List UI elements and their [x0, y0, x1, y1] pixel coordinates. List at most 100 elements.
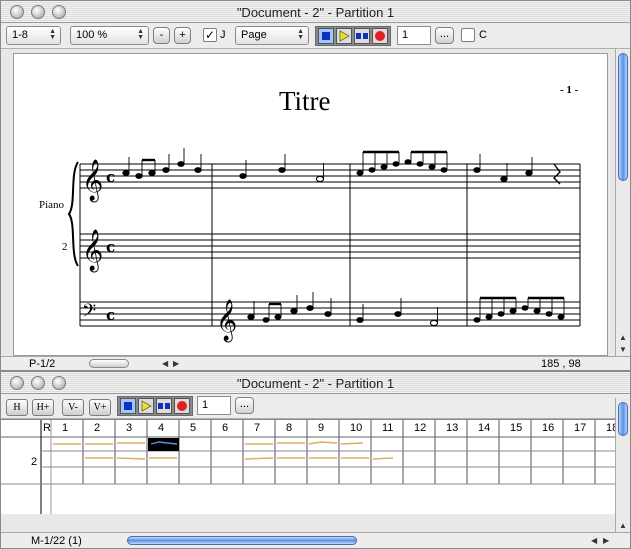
scroll-right-arrow-icon[interactable]: ▶: [173, 359, 179, 368]
h-button[interactable]: H: [6, 399, 28, 416]
measure-number[interactable]: 3: [126, 422, 132, 434]
step-icon: [158, 403, 170, 409]
transport-controls: [315, 26, 391, 46]
treble-clef-icon: 𝄞: [82, 159, 103, 202]
rest-icon: [553, 163, 561, 185]
measure-number[interactable]: 8: [286, 422, 292, 434]
range-select[interactable]: 1-8 ▲ ▼: [6, 26, 61, 45]
measure-number[interactable]: 2: [94, 422, 100, 434]
zoom-value: 100 %: [76, 29, 108, 41]
measure-number[interactable]: 6: [222, 422, 228, 434]
staff1-notes: [122, 148, 561, 185]
play-button[interactable]: [336, 28, 352, 44]
scroll-left-arrow-icon[interactable]: ◀: [162, 359, 168, 368]
scroll-down-arrow-icon[interactable]: ▼: [619, 345, 627, 354]
score-toolbar: 1-8 ▲ ▼ 100 % ▲ ▼ - + ✓ J Page ▲ ▼ 1 ...…: [1, 23, 630, 49]
scroll-thumb[interactable]: [618, 402, 628, 436]
step-icon: [356, 33, 368, 39]
grid-lines: [1, 420, 615, 514]
measure-number[interactable]: 4: [158, 422, 164, 434]
zoom-out-button[interactable]: -: [153, 27, 170, 44]
range-value: 1-8: [12, 29, 28, 41]
overview-toolbar: H H+ V- V+ 1 ...: [1, 394, 630, 419]
overview-vertical-scrollbar[interactable]: ▲ ▼: [615, 398, 630, 544]
measure-number[interactable]: 10: [350, 422, 362, 434]
treble-clef-icon: 𝄞: [216, 299, 237, 342]
scroll-up-arrow-icon[interactable]: ▲: [619, 333, 627, 342]
record-button[interactable]: [372, 28, 388, 44]
measure-number[interactable]: 9: [318, 422, 324, 434]
svg-text:c: c: [106, 306, 115, 324]
scroll-right-arrow-icon[interactable]: ▶: [603, 536, 609, 545]
v-minus-button[interactable]: V-: [62, 399, 84, 416]
more-button[interactable]: ...: [235, 397, 254, 414]
v-plus-button[interactable]: V+: [89, 399, 111, 416]
play-icon: [141, 400, 152, 412]
score-window-titlebar[interactable]: "Document - 2" - Partition 1: [1, 1, 630, 23]
c-checkbox-label: C: [479, 29, 487, 41]
measure-number[interactable]: 14: [478, 422, 490, 434]
overview-window-titlebar[interactable]: "Document - 2" - Partition 1: [1, 372, 630, 394]
horizontal-scroll-thumb[interactable]: [89, 359, 129, 368]
measure-number[interactable]: 16: [542, 422, 554, 434]
transport-controls: [117, 396, 193, 416]
staff-lines: [80, 163, 580, 327]
measure-number[interactable]: 7: [254, 422, 260, 434]
scroll-left-arrow-icon[interactable]: ◀: [591, 536, 597, 545]
measure-indicator: M-1/22 (1): [31, 535, 82, 547]
brace: [67, 161, 79, 267]
step-button[interactable]: [156, 398, 172, 414]
score-window: "Document - 2" - Partition 1 1-8 ▲ ▼ 100 …: [0, 0, 631, 371]
measure-number[interactable]: 5: [190, 422, 196, 434]
scroll-up-arrow-icon[interactable]: ▲: [619, 521, 627, 530]
more-button[interactable]: ...: [435, 27, 454, 44]
overview-statusbar: M-1/22 (1) ◀ ▶: [1, 532, 630, 548]
staff3-notes: [247, 292, 565, 327]
measure-number[interactable]: 13: [446, 422, 458, 434]
measure-number[interactable]: 18: [606, 422, 615, 434]
measure-number[interactable]: 1: [62, 422, 68, 434]
stop-icon: [124, 402, 132, 410]
measure-number[interactable]: 17: [574, 422, 586, 434]
horizontal-scroll-thumb[interactable]: [127, 536, 357, 545]
j-checkbox-label: J: [220, 29, 226, 41]
page-indicator: P-1/2: [29, 358, 56, 370]
measure-number[interactable]: 11: [382, 422, 393, 434]
record-button[interactable]: [174, 398, 190, 414]
step-button[interactable]: [354, 28, 370, 44]
popup-arrows-icon: ▲ ▼: [137, 28, 144, 41]
position-input[interactable]: 1: [197, 396, 231, 415]
row-header: R: [43, 422, 51, 434]
measure-grid[interactable]: R 123456789101112131415161718 2: [1, 419, 615, 514]
stop-button[interactable]: [120, 398, 136, 414]
overview-window: "Document - 2" - Partition 1 H H+ V- V+ …: [0, 371, 631, 549]
stop-button[interactable]: [318, 28, 334, 44]
svg-text:c: c: [106, 168, 115, 186]
popup-arrows-icon: ▲ ▼: [297, 28, 304, 41]
c-checkbox[interactable]: [461, 28, 475, 42]
scroll-thumb[interactable]: [618, 53, 628, 181]
zoom-select[interactable]: 100 % ▲ ▼: [70, 26, 149, 45]
svg-text:c: c: [106, 238, 115, 256]
coordinates-readout: 185 , 98: [541, 358, 581, 370]
j-checkbox[interactable]: ✓: [203, 28, 217, 42]
selected-cell: [148, 438, 179, 451]
h-plus-button[interactable]: H+: [32, 399, 54, 416]
window-title: "Document - 2" - Partition 1: [236, 5, 395, 20]
bass-clef-icon: 𝄢: [82, 301, 96, 326]
music-notation: 𝄞 𝄞 𝄢 𝄞 c c c: [67, 148, 581, 342]
record-icon: [375, 31, 385, 41]
score-vertical-scrollbar[interactable]: ▲ ▼: [615, 49, 630, 356]
play-button[interactable]: [138, 398, 154, 414]
position-input[interactable]: 1: [397, 26, 431, 45]
score-page[interactable]: Titre - 1 - Piano 2 𝄞 𝄞 𝄢 𝄞 c c c: [13, 53, 608, 356]
measure-number[interactable]: 15: [510, 422, 522, 434]
stop-icon: [322, 32, 330, 40]
window-title: "Document - 2" - Partition 1: [236, 376, 395, 391]
measure-number[interactable]: 12: [414, 422, 426, 434]
view-mode-select[interactable]: Page ▲ ▼: [235, 26, 309, 45]
play-icon: [339, 30, 350, 42]
zoom-in-button[interactable]: +: [174, 27, 191, 44]
row-label: 2: [31, 456, 38, 468]
popup-arrows-icon: ▲ ▼: [49, 28, 56, 41]
